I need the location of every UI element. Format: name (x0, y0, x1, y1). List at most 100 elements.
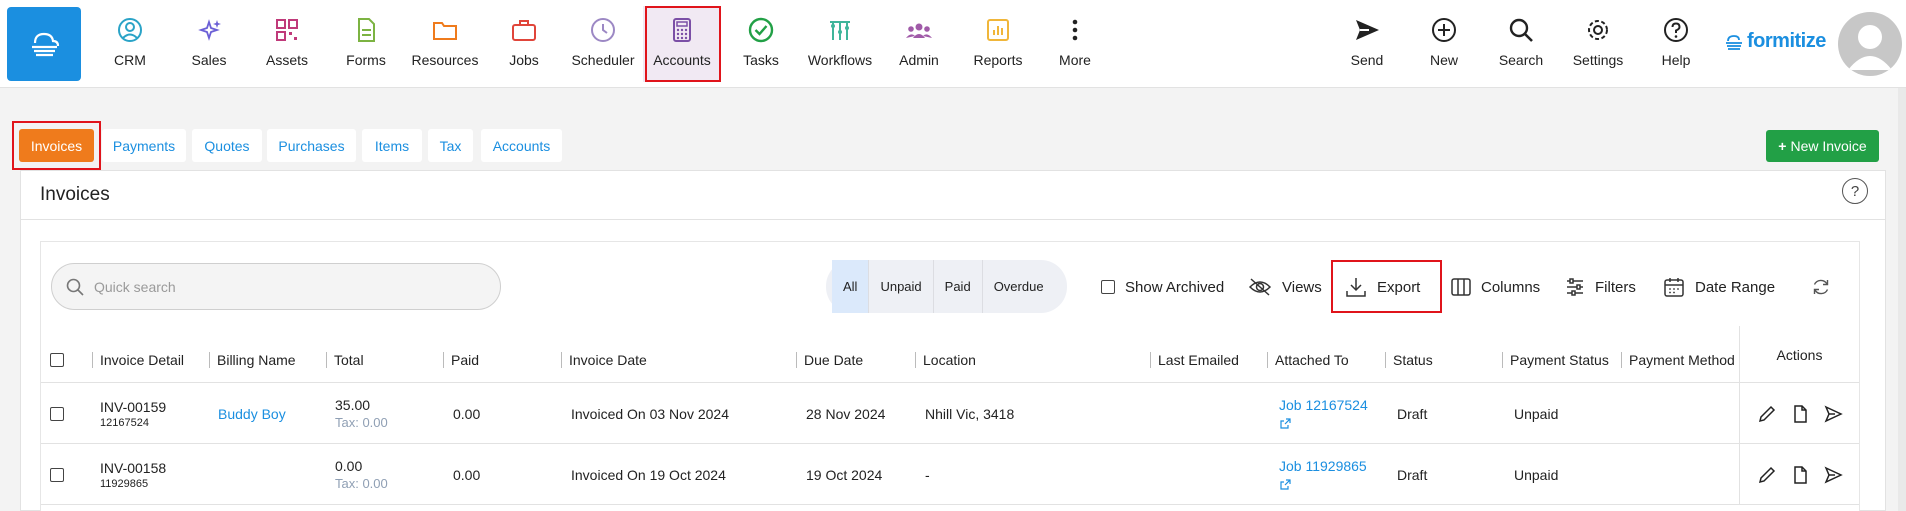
attached-job-link[interactable]: Job 12167524 (1279, 397, 1368, 413)
row-select-cell (50, 383, 64, 444)
select-all-checkbox[interactable] (50, 353, 64, 367)
nav-item-accounts[interactable]: Accounts (643, 6, 721, 82)
nav-send[interactable]: Send (1328, 10, 1406, 74)
col-due-date[interactable]: Due Date (796, 337, 863, 383)
filter-overdue[interactable]: Overdue (983, 260, 1055, 313)
columns-icon (1451, 278, 1471, 296)
col-paid[interactable]: Paid (443, 337, 479, 383)
attached-to-cell: Job 11929865 (1279, 444, 1367, 505)
col-last-emailed[interactable]: Last Emailed (1150, 337, 1239, 383)
edit-pencil-icon[interactable] (1757, 465, 1777, 485)
col-location[interactable]: Location (915, 337, 976, 383)
billing-name-link[interactable]: Buddy Boy (218, 406, 286, 422)
payment-status-cell: Unpaid (1514, 383, 1558, 444)
col-label: Actions (1776, 346, 1823, 363)
col-label: Paid (451, 352, 480, 368)
col-invoice-detail[interactable]: Invoice Detail (92, 337, 184, 383)
show-archived-checkbox[interactable] (1101, 280, 1115, 294)
col-billing-name[interactable]: Billing Name (209, 337, 296, 383)
quick-search-box[interactable] (51, 263, 501, 310)
edit-pencil-icon[interactable] (1757, 404, 1777, 424)
filter-unpaid[interactable]: Unpaid (869, 260, 934, 313)
nav-search[interactable]: Search (1482, 10, 1560, 74)
col-invoice-date[interactable]: Invoice Date (561, 337, 647, 383)
question-help-icon[interactable]: ? (1842, 178, 1868, 204)
col-total[interactable]: Total (326, 337, 364, 383)
views-button[interactable]: Views (1248, 276, 1322, 298)
nav-item-forms[interactable]: Forms (327, 10, 405, 74)
table-row[interactable]: INV-00159 12167524 Buddy Boy 35.00 Tax: … (41, 383, 1859, 444)
table-row[interactable]: INV-00158 11929865 0.00 Tax: 0.00 0.00 I… (41, 444, 1859, 505)
invoice-date-cell: Invoiced On 19 Oct 2024 (571, 444, 726, 505)
nav-label: New (1429, 52, 1458, 68)
filters-button[interactable]: Filters (1565, 276, 1636, 298)
nav-help[interactable]: Help (1637, 10, 1715, 74)
col-attached-to[interactable]: Attached To (1267, 337, 1349, 383)
invoice-number: INV-00158 (100, 459, 167, 476)
attached-job-link[interactable]: Job 11929865 (1279, 458, 1367, 474)
document-icon[interactable] (1790, 404, 1810, 424)
col-status[interactable]: Status (1385, 337, 1433, 383)
new-invoice-button[interactable]: + New Invoice (1766, 130, 1879, 162)
send-icon[interactable] (1823, 465, 1843, 485)
select-all-cell (50, 337, 64, 383)
row-checkbox[interactable] (50, 406, 64, 421)
nav-item-workflows[interactable]: Workflows (801, 10, 879, 74)
reports-chart-icon (987, 19, 1009, 41)
total-value: 35.00 (335, 397, 371, 413)
filter-all[interactable]: All (832, 260, 870, 313)
col-payment-method[interactable]: Payment Method (1621, 337, 1735, 383)
nav-item-assets[interactable]: Assets (248, 10, 326, 74)
export-button[interactable]: Export (1345, 276, 1420, 298)
new-invoice-label: New Invoice (1790, 138, 1867, 154)
nav-new[interactable]: New (1405, 10, 1483, 74)
tab-items[interactable]: Items (362, 129, 422, 162)
quick-search-input[interactable] (94, 278, 474, 295)
tab-payments[interactable]: Payments (102, 129, 186, 162)
nav-item-jobs[interactable]: Jobs (485, 10, 563, 74)
location-value: - (925, 466, 930, 483)
nav-item-more[interactable]: More (1036, 10, 1114, 74)
tab-invoices[interactable]: Invoices (19, 129, 94, 162)
external-link-icon[interactable] (1279, 478, 1292, 491)
columns-button[interactable]: Columns (1451, 276, 1540, 298)
tab-tax[interactable]: Tax (428, 129, 473, 162)
brand-logo: formitize (1725, 30, 1826, 53)
attached-to-cell: Job 12167524 (1279, 383, 1368, 444)
tab-accounts[interactable]: Accounts (481, 129, 562, 162)
nav-item-sales[interactable]: Sales (170, 10, 248, 74)
show-archived-toggle[interactable]: Show Archived (1101, 276, 1224, 298)
home-logo-button[interactable] (7, 7, 81, 81)
user-avatar[interactable] (1838, 12, 1902, 76)
nav-item-label: Admin (899, 52, 939, 68)
plus-circle-icon (1432, 18, 1456, 42)
divider (20, 219, 1886, 220)
row-checkbox[interactable] (50, 467, 64, 482)
nav-item-crm[interactable]: CRM (91, 10, 169, 74)
payment-status-value: Unpaid (1514, 405, 1559, 422)
send-icon[interactable] (1823, 404, 1843, 424)
nav-item-scheduler[interactable]: Scheduler (564, 10, 642, 74)
external-link-icon[interactable] (1279, 417, 1292, 430)
workflows-icon (830, 21, 850, 40)
date-range-button[interactable]: Date Range (1663, 276, 1775, 298)
nav-settings[interactable]: Settings (1559, 10, 1637, 74)
calculator-icon (673, 18, 691, 42)
due-date-cell: 19 Oct 2024 (806, 444, 882, 505)
billing-name-cell: Buddy Boy (218, 383, 286, 444)
nav-item-label: Jobs (509, 52, 539, 68)
nav-item-reports[interactable]: Reports (959, 10, 1037, 74)
refresh-button[interactable] (1811, 276, 1831, 298)
page-scrollbar[interactable] (1898, 88, 1906, 511)
filter-paid[interactable]: Paid (934, 260, 983, 313)
nav-item-resources[interactable]: Resources (406, 10, 484, 74)
col-payment-status[interactable]: Payment Status (1502, 337, 1609, 383)
col-label: Payment Method (1629, 352, 1735, 368)
document-icon[interactable] (1790, 465, 1810, 485)
nav-item-tasks[interactable]: Tasks (722, 10, 800, 74)
tab-quotes[interactable]: Quotes (192, 129, 262, 162)
due-date-cell: 28 Nov 2024 (806, 383, 885, 444)
nav-item-admin[interactable]: Admin (880, 10, 958, 74)
nav-label: Help (1661, 52, 1691, 68)
tab-purchases[interactable]: Purchases (267, 129, 356, 162)
